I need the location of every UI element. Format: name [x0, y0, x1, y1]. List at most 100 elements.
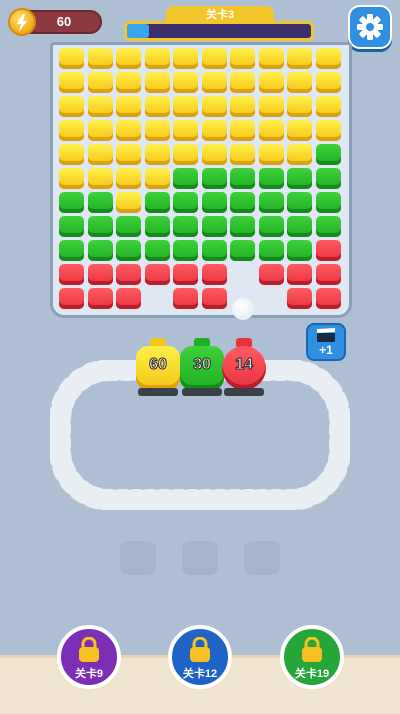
- level-progress-bar: [124, 21, 314, 41]
- cube: [144, 72, 170, 93]
- train-yellow[interactable]: 60: [136, 338, 180, 398]
- cube: [87, 72, 113, 93]
- train-red[interactable]: 14: [222, 338, 266, 398]
- cube: [315, 288, 341, 309]
- cube: [230, 216, 255, 237]
- cube: [287, 120, 312, 141]
- cube: [258, 216, 284, 237]
- cube: [116, 192, 141, 213]
- train-count: 60: [149, 356, 168, 374]
- train-count: 30: [193, 356, 212, 374]
- cube: [230, 240, 255, 261]
- cube: [87, 192, 113, 213]
- cube: [173, 288, 198, 309]
- cube: [59, 288, 84, 309]
- settings-button[interactable]: [348, 5, 392, 49]
- cube: [258, 48, 284, 69]
- cube: [116, 144, 141, 165]
- cube: [59, 240, 84, 261]
- cube: [201, 48, 227, 69]
- cube: [287, 264, 312, 285]
- cube: [116, 240, 141, 261]
- cube: [315, 192, 341, 213]
- level-progress-fill: [127, 24, 149, 38]
- cube: [116, 288, 141, 309]
- locked-level-label: 关卡19: [294, 668, 330, 680]
- cube-grid[interactable]: [59, 48, 344, 310]
- cube: [287, 288, 312, 309]
- cube: [315, 72, 341, 93]
- cube: [230, 144, 255, 165]
- cube: [258, 144, 284, 165]
- cube: [116, 264, 141, 285]
- cube: [201, 96, 227, 117]
- cube: [173, 72, 198, 93]
- cube: [59, 48, 84, 69]
- cube: [258, 264, 284, 285]
- gear-icon: [357, 14, 383, 40]
- coin-value: 60: [56, 14, 72, 29]
- add-slot-button[interactable]: +1: [306, 323, 346, 361]
- cube: [173, 144, 198, 165]
- cube: [87, 288, 113, 309]
- cube: [173, 96, 198, 117]
- lock-icon: [190, 637, 210, 662]
- cube: [144, 48, 170, 69]
- locked-level-label: 关卡12: [182, 668, 218, 680]
- cube: [201, 288, 227, 309]
- cube: [116, 48, 141, 69]
- cube: [59, 72, 84, 93]
- cube: [258, 168, 284, 189]
- cube: [230, 168, 255, 189]
- cube: [258, 192, 284, 213]
- empty-slot: [244, 541, 280, 575]
- locked-level-button-3[interactable]: 关卡19: [280, 625, 344, 689]
- cube: [144, 168, 170, 189]
- train-green[interactable]: 30: [180, 338, 224, 398]
- locked-level-button-1[interactable]: 关卡9: [57, 625, 121, 689]
- cube: [315, 96, 341, 117]
- train-count: 14: [235, 356, 254, 374]
- cube: [258, 72, 284, 93]
- cube: [144, 264, 170, 285]
- cube: [116, 72, 141, 93]
- cube: [173, 168, 198, 189]
- cube: [287, 96, 312, 117]
- cube: [230, 120, 255, 141]
- cube: [59, 216, 84, 237]
- cube: [230, 48, 255, 69]
- cube: [258, 120, 284, 141]
- cube: [59, 96, 84, 117]
- cube: [173, 192, 198, 213]
- lock-icon: [79, 637, 99, 662]
- cube: [144, 144, 170, 165]
- cube: [87, 48, 113, 69]
- cube: [201, 168, 227, 189]
- cube: [116, 216, 141, 237]
- cube: [173, 120, 198, 141]
- cube: [287, 144, 312, 165]
- cube: [287, 192, 312, 213]
- cube: [287, 240, 312, 261]
- cube: [116, 96, 141, 117]
- cube: [173, 264, 198, 285]
- projectile: [232, 298, 254, 320]
- cube: [87, 96, 113, 117]
- locked-level-button-2[interactable]: 关卡12: [168, 625, 232, 689]
- cube: [87, 264, 113, 285]
- cube: [144, 216, 170, 237]
- cube: [201, 216, 227, 237]
- lightning-coin-icon: [8, 8, 36, 36]
- cube: [87, 144, 113, 165]
- empty-slot: [120, 541, 156, 575]
- cube: [201, 120, 227, 141]
- cube: [144, 120, 170, 141]
- cube: [173, 48, 198, 69]
- cube: [59, 264, 84, 285]
- cube: [258, 96, 284, 117]
- cube: [201, 264, 227, 285]
- cube: [116, 120, 141, 141]
- bonus-label: +1: [319, 343, 333, 357]
- cube: [230, 72, 255, 93]
- cube: [258, 240, 284, 261]
